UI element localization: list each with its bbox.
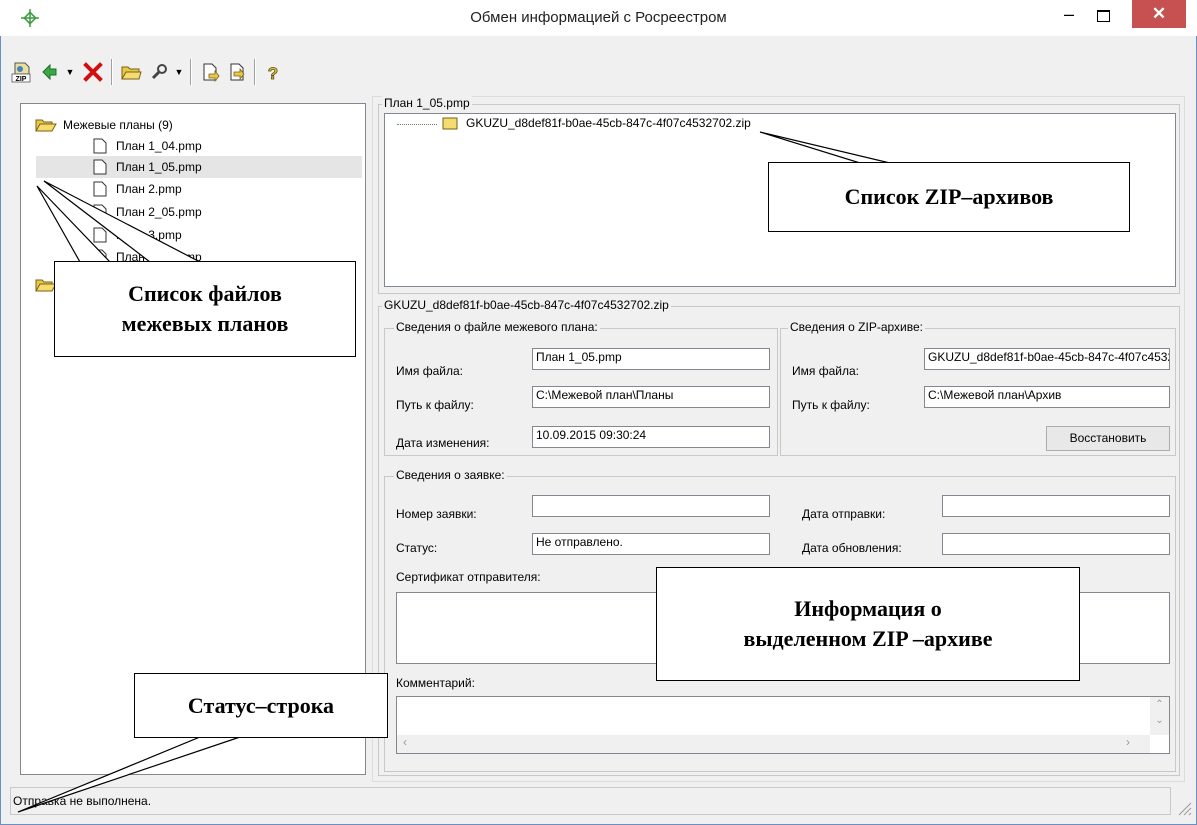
- callout-zip-list: Список ZIP–архивов: [768, 162, 1130, 232]
- callout-zip-list-text: Список ZIP–архивов: [844, 184, 1054, 209]
- callout-zip-info-line2: выделенном ZIP –архиве: [743, 626, 993, 651]
- callout-status-bar-text: Статус–строка: [187, 692, 335, 718]
- callout-status-bar: Статус–строка: [134, 673, 388, 738]
- status-callout-pointer: [17, 736, 241, 813]
- callout-files-list-line2: межевых планов: [121, 311, 289, 336]
- zip-callout-pointer: [759, 131, 891, 164]
- callout-zip-info-line1: Информация о: [794, 596, 942, 621]
- callout-zip-info: Информация о выделенном ZIP –архиве: [656, 567, 1080, 681]
- callout-files-list: Список файлов межевых планов: [54, 261, 356, 357]
- callout-files-list-line1: Список файлов: [128, 281, 282, 306]
